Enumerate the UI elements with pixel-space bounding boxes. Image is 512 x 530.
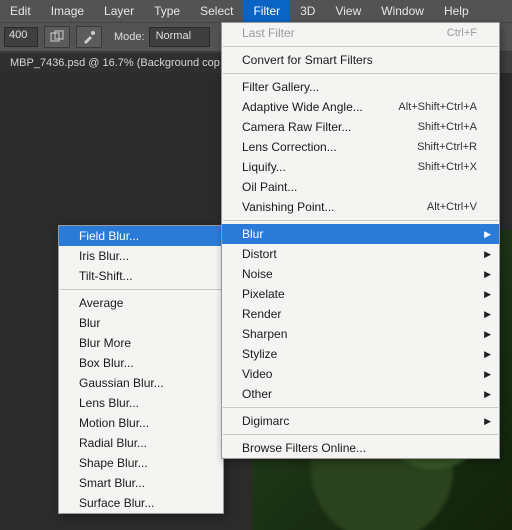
mode-select[interactable]: Normal	[149, 27, 210, 47]
submenu-lens-blur[interactable]: Lens Blur...	[59, 393, 223, 413]
menuitem-browse-filters-online[interactable]: Browse Filters Online...	[222, 438, 499, 458]
submenu-arrow-icon: ▶	[464, 369, 491, 380]
submenu-smart-blur[interactable]: Smart Blur...	[59, 473, 223, 493]
menu-3d[interactable]: 3D	[290, 0, 325, 22]
submenu-motion-blur[interactable]: Motion Blur...	[59, 413, 223, 433]
submenu-arrow-icon: ▶	[464, 329, 491, 340]
filter-menu: Last Filter Ctrl+F Convert for Smart Fil…	[221, 22, 500, 459]
submenu-arrow-icon: ▶	[464, 389, 491, 400]
menu-help[interactable]: Help	[434, 0, 479, 22]
menuitem-last-filter[interactable]: Last Filter Ctrl+F	[222, 23, 499, 43]
submenu-blur[interactable]: Blur	[59, 313, 223, 333]
submenu-gaussian-blur[interactable]: Gaussian Blur...	[59, 373, 223, 393]
submenu-shape-blur[interactable]: Shape Blur...	[59, 453, 223, 473]
tool-icon-2[interactable]	[76, 26, 102, 48]
submenu-average[interactable]: Average	[59, 293, 223, 313]
submenu-arrow-icon: ▶	[464, 289, 491, 300]
menuitem-sharpen[interactable]: Sharpen▶	[222, 324, 499, 344]
menuitem-vanishing-point[interactable]: Vanishing Point... Alt+Ctrl+V	[222, 197, 499, 217]
menuitem-blur[interactable]: Blur▶	[222, 224, 499, 244]
submenu-iris-blur[interactable]: Iris Blur...	[59, 246, 223, 266]
tool-icon-1[interactable]	[44, 26, 70, 48]
menu-window[interactable]: Window	[371, 0, 434, 22]
menuitem-liquify[interactable]: Liquify... Shift+Ctrl+X	[222, 157, 499, 177]
submenu-arrow-icon: ▶	[464, 309, 491, 320]
shortcut-label: Shift+Ctrl+R	[417, 141, 477, 153]
submenu-radial-blur[interactable]: Radial Blur...	[59, 433, 223, 453]
submenu-field-blur[interactable]: Field Blur...	[59, 226, 223, 246]
shortcut-label: Shift+Ctrl+A	[418, 121, 477, 133]
shortcut-label: Alt+Shift+Ctrl+A	[398, 101, 477, 113]
menuitem-filter-gallery[interactable]: Filter Gallery...	[222, 77, 499, 97]
submenu-box-blur[interactable]: Box Blur...	[59, 353, 223, 373]
menu-type[interactable]: Type	[144, 0, 190, 22]
menuitem-video[interactable]: Video▶	[222, 364, 499, 384]
document-tab[interactable]: MBP_7436.psd @ 16.7% (Background cop	[0, 53, 231, 73]
submenu-arrow-icon: ▶	[464, 229, 491, 240]
numeric-field[interactable]: 400	[4, 27, 38, 47]
menu-select[interactable]: Select	[190, 0, 243, 22]
menuitem-camera-raw-filter[interactable]: Camera Raw Filter... Shift+Ctrl+A	[222, 117, 499, 137]
menuitem-distort[interactable]: Distort▶	[222, 244, 499, 264]
menuitem-render[interactable]: Render▶	[222, 304, 499, 324]
menu-filter[interactable]: Filter	[243, 0, 290, 22]
submenu-arrow-icon: ▶	[464, 249, 491, 260]
menuitem-adaptive-wide-angle[interactable]: Adaptive Wide Angle... Alt+Shift+Ctrl+A	[222, 97, 499, 117]
mode-label: Mode:	[114, 31, 145, 43]
menu-view[interactable]: View	[325, 0, 371, 22]
blur-submenu: Field Blur... Iris Blur... Tilt-Shift...…	[58, 225, 224, 514]
overlap-squares-icon	[50, 30, 64, 44]
shortcut-label: Alt+Ctrl+V	[427, 201, 477, 213]
menuitem-convert-smart-filters[interactable]: Convert for Smart Filters	[222, 50, 499, 70]
menuitem-oil-paint[interactable]: Oil Paint...	[222, 177, 499, 197]
brush-icon	[82, 30, 96, 44]
menuitem-stylize[interactable]: Stylize▶	[222, 344, 499, 364]
submenu-arrow-icon: ▶	[464, 349, 491, 360]
menu-layer[interactable]: Layer	[94, 0, 144, 22]
submenu-surface-blur[interactable]: Surface Blur...	[59, 493, 223, 513]
menu-image[interactable]: Image	[41, 0, 94, 22]
shortcut-label: Shift+Ctrl+X	[418, 161, 477, 173]
menuitem-digimarc[interactable]: Digimarc▶	[222, 411, 499, 431]
menuitem-pixelate[interactable]: Pixelate▶	[222, 284, 499, 304]
menuitem-lens-correction[interactable]: Lens Correction... Shift+Ctrl+R	[222, 137, 499, 157]
submenu-blur-more[interactable]: Blur More	[59, 333, 223, 353]
submenu-arrow-icon: ▶	[464, 416, 491, 427]
submenu-arrow-icon: ▶	[464, 269, 491, 280]
submenu-tilt-shift[interactable]: Tilt-Shift...	[59, 266, 223, 286]
menu-edit[interactable]: Edit	[0, 0, 41, 22]
menuitem-other[interactable]: Other▶	[222, 384, 499, 404]
menubar: Edit Image Layer Type Select Filter 3D V…	[0, 0, 512, 22]
menuitem-noise[interactable]: Noise▶	[222, 264, 499, 284]
shortcut-label: Ctrl+F	[447, 27, 477, 39]
